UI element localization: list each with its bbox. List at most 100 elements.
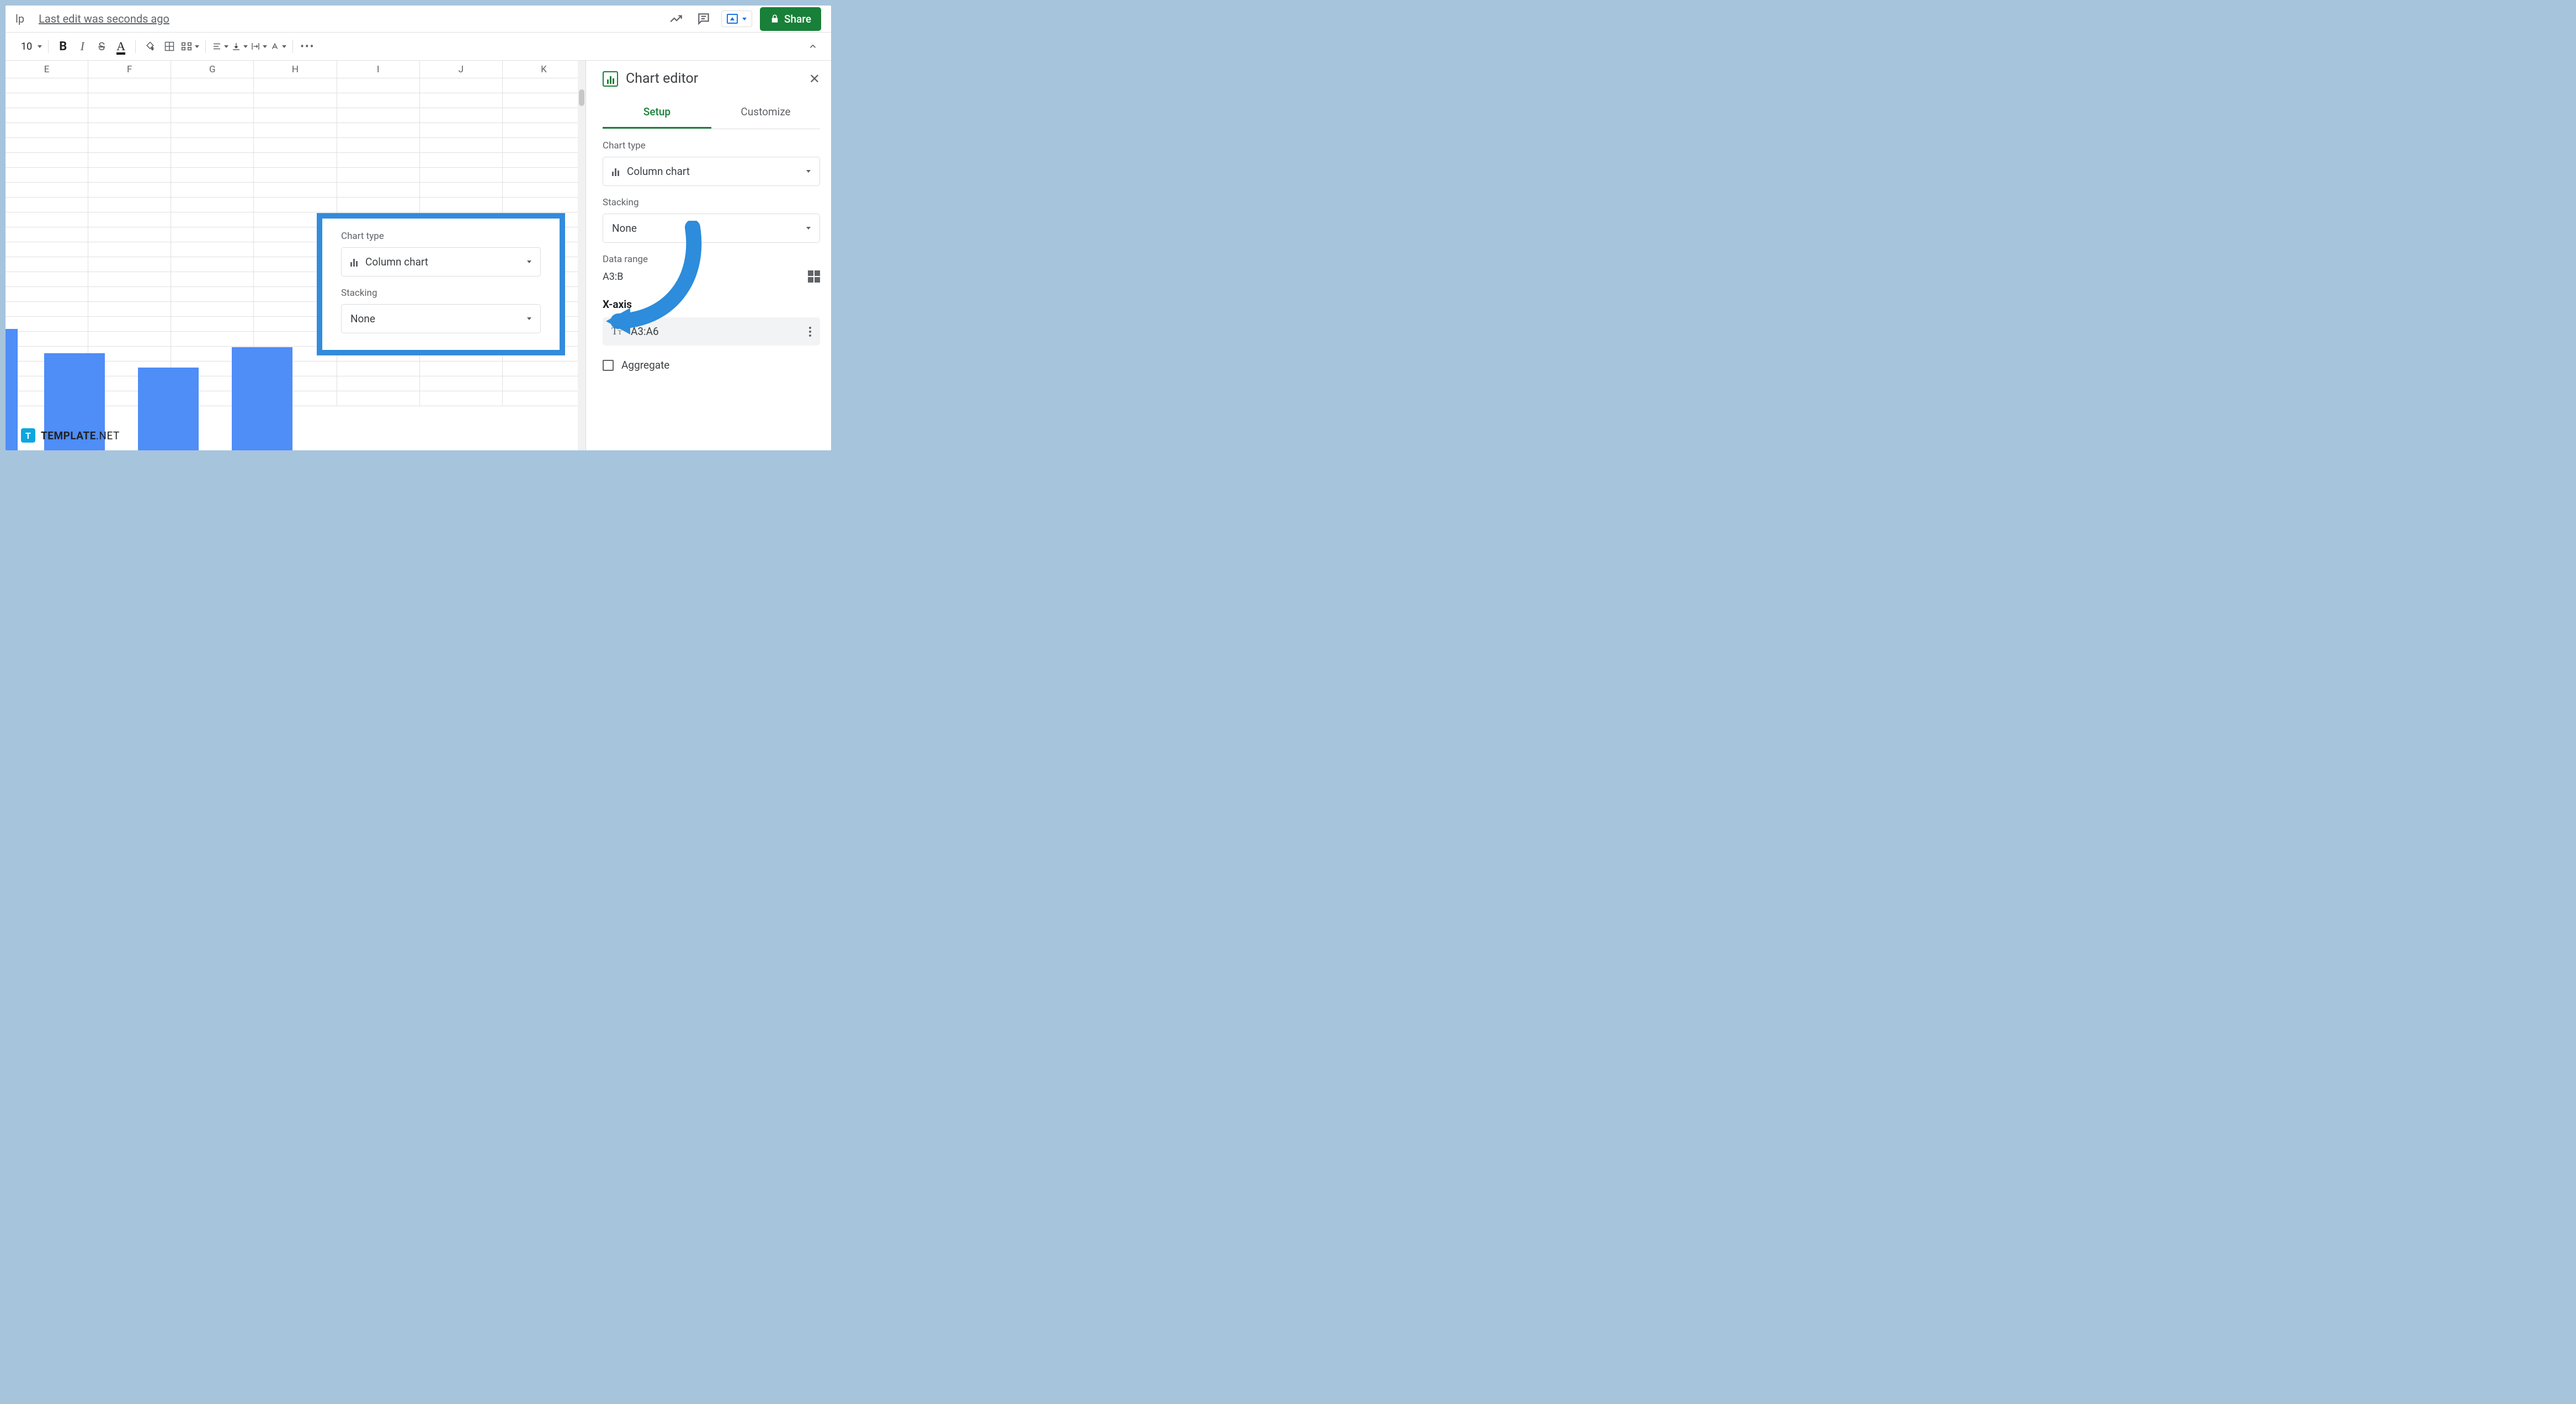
font-size-selector[interactable]: 10 [21, 41, 42, 52]
column-header[interactable]: I [337, 61, 420, 78]
stacking-select[interactable]: None [603, 214, 820, 243]
grid-cell[interactable] [171, 153, 254, 167]
grid-cell[interactable] [88, 108, 171, 123]
data-range-value[interactable]: A3:B [603, 271, 623, 283]
column-header[interactable]: G [171, 61, 254, 78]
grid-cell[interactable] [88, 227, 171, 242]
xaxis-source-box[interactable]: TT A3:A6 [603, 317, 820, 345]
borders-button[interactable] [161, 38, 178, 55]
text-wrap-button[interactable] [251, 38, 267, 55]
grid-cell[interactable] [6, 108, 88, 123]
grid-cell[interactable] [337, 78, 420, 93]
grid-cell[interactable] [503, 183, 586, 197]
grid-cell[interactable] [6, 257, 88, 272]
column-header[interactable]: H [254, 61, 337, 78]
grid-cell[interactable] [6, 93, 88, 108]
edit-status-link[interactable]: Last edit was seconds ago [39, 12, 169, 25]
grid-cell[interactable] [420, 78, 503, 93]
grid-cell[interactable] [420, 93, 503, 108]
grid-cell[interactable] [254, 153, 337, 167]
callout-stacking-select[interactable]: None [341, 304, 541, 333]
grid-cell[interactable] [6, 123, 88, 137]
grid-cell[interactable] [420, 168, 503, 182]
grid-row[interactable] [6, 78, 586, 93]
present-split-button[interactable] [721, 10, 752, 27]
grid-cell[interactable] [171, 138, 254, 152]
column-header[interactable]: E [6, 61, 88, 78]
grid-cell[interactable] [171, 168, 254, 182]
strikethrough-button[interactable]: S [93, 38, 110, 55]
grid-cell[interactable] [420, 108, 503, 123]
grid-cell[interactable] [88, 242, 171, 257]
horizontal-align-button[interactable] [212, 38, 228, 55]
grid-cell[interactable] [503, 168, 586, 182]
text-rotation-button[interactable] [270, 38, 286, 55]
grid-cell[interactable] [503, 78, 586, 93]
grid-cell[interactable] [6, 78, 88, 93]
grid-cell[interactable] [337, 138, 420, 152]
menu-item-help-fragment[interactable]: lp [15, 12, 24, 25]
bold-button[interactable]: B [55, 38, 71, 55]
grid-cell[interactable] [6, 198, 88, 212]
tab-customize[interactable]: Customize [711, 97, 820, 129]
grid-cell[interactable] [503, 153, 586, 167]
grid-cell[interactable] [503, 93, 586, 108]
grid-row[interactable] [6, 93, 586, 108]
grid-cell[interactable] [88, 183, 171, 197]
aggregate-checkbox[interactable] [603, 360, 614, 371]
more-options-icon[interactable] [809, 327, 811, 337]
grid-cell[interactable] [6, 212, 88, 227]
grid-cell[interactable] [171, 198, 254, 212]
grid-cell[interactable] [420, 183, 503, 197]
grid-cell[interactable] [337, 168, 420, 182]
grid-cell[interactable] [254, 123, 337, 137]
grid-cell[interactable] [254, 198, 337, 212]
grid-row[interactable] [6, 183, 586, 198]
grid-cell[interactable] [171, 242, 254, 257]
grid-cell[interactable] [6, 183, 88, 197]
grid-cell[interactable] [420, 138, 503, 152]
grid-cell[interactable] [171, 78, 254, 93]
column-header[interactable]: K [503, 61, 586, 78]
share-button[interactable]: Share [760, 7, 821, 31]
grid-cell[interactable] [503, 108, 586, 123]
tab-setup[interactable]: Setup [603, 97, 711, 129]
more-toolbar-button[interactable]: ••• [299, 38, 316, 55]
comments-icon[interactable] [694, 9, 714, 29]
grid-cell[interactable] [88, 93, 171, 108]
grid-cell[interactable] [171, 183, 254, 197]
grid-cell[interactable] [171, 93, 254, 108]
select-range-icon[interactable] [808, 270, 820, 283]
close-icon[interactable]: ✕ [809, 71, 820, 87]
grid-row[interactable] [6, 168, 586, 183]
grid-cell[interactable] [337, 198, 420, 212]
scrollbar-thumb[interactable] [579, 89, 584, 106]
grid-cell[interactable] [503, 198, 586, 212]
callout-chart-type-select[interactable]: Column chart [341, 247, 541, 276]
italic-button[interactable]: I [74, 38, 91, 55]
grid-cell[interactable] [88, 257, 171, 272]
collapse-toolbar-button[interactable] [805, 38, 821, 55]
grid-cell[interactable] [503, 138, 586, 152]
grid-cell[interactable] [88, 138, 171, 152]
grid-cell[interactable] [254, 78, 337, 93]
grid-row[interactable] [6, 153, 586, 168]
grid-cell[interactable] [171, 123, 254, 137]
grid-row[interactable] [6, 108, 586, 123]
grid-cell[interactable] [6, 242, 88, 257]
grid-cell[interactable] [337, 153, 420, 167]
grid-cell[interactable] [254, 183, 337, 197]
grid-cell[interactable] [420, 153, 503, 167]
grid-cell[interactable] [503, 123, 586, 137]
grid-cell[interactable] [420, 123, 503, 137]
grid-cell[interactable] [88, 168, 171, 182]
vertical-scrollbar[interactable] [578, 61, 586, 450]
fill-color-button[interactable] [142, 38, 158, 55]
grid-cell[interactable] [88, 153, 171, 167]
column-header[interactable]: J [420, 61, 503, 78]
grid-cell[interactable] [171, 212, 254, 227]
grid-cell[interactable] [6, 227, 88, 242]
grid-cell[interactable] [337, 93, 420, 108]
grid-cell[interactable] [171, 257, 254, 272]
grid-cell[interactable] [337, 123, 420, 137]
